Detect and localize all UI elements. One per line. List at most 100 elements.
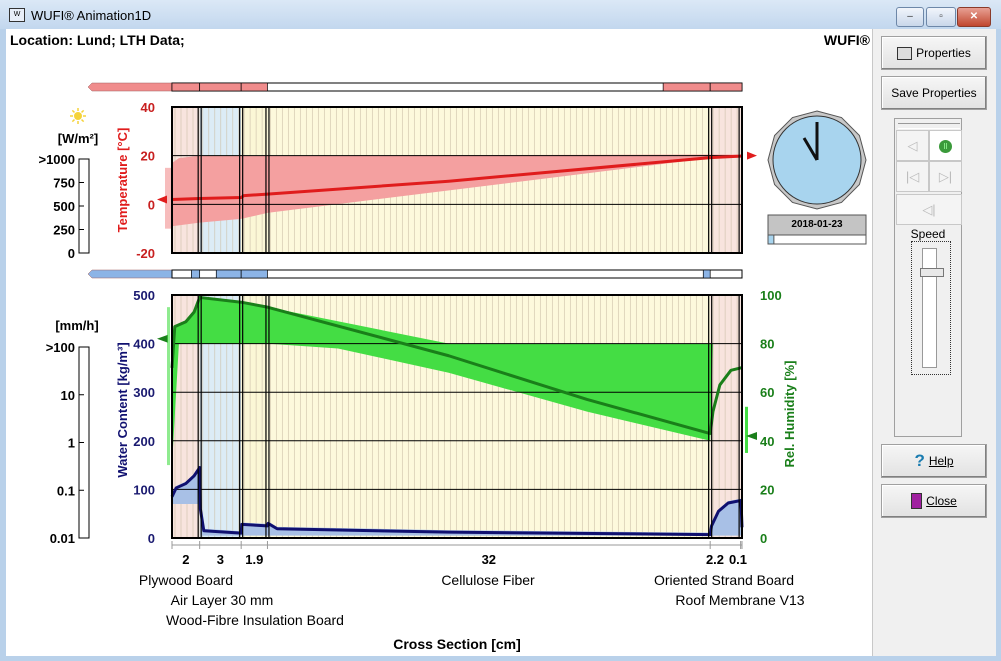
layer-name-label: Cellulose Fiber (441, 572, 535, 588)
rain-tick-label: >100 (46, 340, 75, 355)
radiation-tick-label: 500 (53, 199, 75, 214)
exterior-humidity-marker (157, 334, 168, 343)
properties-label: Properties (916, 46, 971, 60)
interior-humidity-range (745, 406, 748, 453)
water-content-tick-label: 400 (133, 337, 155, 352)
heat-flux-bar-exterior (87, 82, 173, 92)
slider-track (922, 248, 937, 368)
close-window-button[interactable]: ✕ (957, 7, 991, 27)
rel-humidity-axis-label: Rel. Humidity [%] (782, 361, 797, 468)
sun-ray (71, 119, 75, 123)
rain-tick-label: 10 (61, 388, 75, 403)
save-properties-button[interactable]: Save Properties (881, 76, 987, 110)
rain-tick-label: 1 (68, 436, 75, 451)
water-content-tick-label: 100 (133, 482, 155, 497)
properties-icon (897, 46, 913, 60)
sun-ray (71, 109, 75, 113)
heat-flux-bar-segment (171, 82, 201, 92)
interior-temperature-marker (747, 151, 757, 160)
pause-icon: II (939, 140, 952, 154)
temperature-tick-label: 0 (148, 197, 155, 212)
cross-section-animation: Location: Lund; LTH Data; WUFI® 40200-20… (10, 32, 871, 652)
x-axis-label: Cross Section [cm] (393, 636, 521, 652)
water-content-tick-label: 0 (148, 531, 155, 546)
speed-label: Speed (910, 227, 946, 241)
heat-flux-bar-segment (199, 82, 242, 92)
wufi-app-icon[interactable]: W (9, 8, 25, 22)
close-button[interactable]: Close (881, 484, 987, 518)
temperature-tick-label: -20 (136, 246, 155, 261)
temperature-tick-label: 20 (141, 149, 155, 164)
go-to-end-button[interactable]: ▷| (929, 161, 962, 192)
title-bar: W WUFI® Animation1D – ▫ ✕ (0, 0, 1001, 29)
moisture-flux-bar-segment (702, 269, 711, 279)
go-to-start-button[interactable]: |◁ (896, 161, 929, 192)
rel-humidity-tick-label: 20 (760, 482, 774, 497)
rain-tick-label: 0.01 (50, 531, 75, 546)
reverse-button[interactable]: ◁| (896, 194, 962, 225)
rel-humidity-tick-label: 0 (760, 531, 767, 546)
date-label: 2018-01-23 (791, 219, 843, 230)
temperature-tick-label: 40 (141, 100, 155, 115)
help-label: Help (928, 454, 954, 468)
slider-thumb[interactable] (920, 268, 944, 277)
animation-area: Location: Lund; LTH Data; WUFI® 40 20 0 -20… (6, 29, 872, 656)
sun-ray (81, 119, 85, 123)
step-back-button[interactable]: ◁ (896, 130, 929, 161)
layer-name-label: Wood-Fibre Insulation Board (166, 612, 344, 628)
radiation-unit: [W/m²] (58, 131, 98, 146)
water-content-tick-label: 200 (133, 434, 155, 449)
layer-thickness-label: 1.9 (245, 552, 263, 567)
rain-unit: [mm/h] (55, 318, 98, 333)
layer-background-oriented-strand-board (710, 107, 741, 253)
layer-thickness-label: 2.2 (706, 552, 724, 567)
radiation-tick-label: >1000 (38, 152, 75, 167)
help-icon: ? (914, 451, 925, 470)
rel-humidity-tick-label: 40 (760, 434, 774, 449)
rel-humidity-tick-label: 60 (760, 385, 774, 400)
moisture-flux-bar-exterior (87, 269, 173, 279)
layer-thickness-label: 3 (217, 552, 224, 567)
temperature-axis-label: Temperature [°C] (115, 128, 130, 233)
sun-core (74, 112, 82, 120)
layer-thickness-label: 2 (182, 552, 189, 567)
heat-flux-bar-segment (709, 82, 743, 92)
help-button[interactable]: ? Help (881, 444, 987, 478)
pause-button[interactable]: II (929, 130, 962, 161)
location-label: Location: Lund; LTH Data; (10, 32, 185, 48)
layer-name-label: Plywood Board (139, 572, 233, 588)
exterior-humidity-range (167, 307, 170, 466)
radiation-tick-label: 750 (53, 176, 75, 191)
layer-name-label: Roof Membrane V13 (675, 592, 804, 608)
window-title: WUFI® Animation1D (31, 8, 152, 23)
moisture-flux-bar-segment (240, 269, 268, 279)
radiation-tick-label: 0 (68, 246, 75, 261)
layer-thickness-label: 32 (482, 552, 496, 567)
rain-tick-label: 0.1 (57, 483, 75, 498)
layer-name-label: Oriented Strand Board (654, 572, 794, 588)
rel-humidity-tick-label: 80 (760, 337, 774, 352)
sun-icon (70, 108, 86, 124)
maximize-button[interactable]: ▫ (926, 7, 956, 27)
divider (898, 123, 960, 129)
water-content-axis-label: Water Content [kg/m³] (115, 342, 130, 477)
moisture-flux-bar-segment (215, 269, 242, 279)
close-label: Close (926, 494, 957, 508)
heat-flux-bar-segment (240, 82, 268, 92)
properties-button[interactable]: Properties (881, 36, 987, 70)
minimize-button[interactable]: – (896, 7, 924, 27)
speed-slider[interactable] (911, 241, 951, 375)
control-panel: Properties Save Properties ◁ II |◁ ▷| ◁|… (872, 29, 996, 656)
playback-controls: ◁ II |◁ ▷| ◁| Speed (894, 118, 962, 437)
water-content-tick-label: 500 (133, 288, 155, 303)
water-content-tick-label: 300 (133, 385, 155, 400)
layer-name-label: Air Layer 30 mm (171, 592, 274, 608)
time-progress-bar (767, 234, 867, 245)
layer-thickness-label: 0.1 (729, 552, 747, 567)
rel-humidity-tick-label: 100 (760, 288, 782, 303)
radiation-tick-label: 250 (53, 223, 75, 238)
moisture-flux-bar-segment (191, 269, 201, 279)
heat-flux-bar-segment (662, 82, 711, 92)
door-exit-icon (911, 493, 923, 509)
sun-ray (81, 109, 85, 113)
